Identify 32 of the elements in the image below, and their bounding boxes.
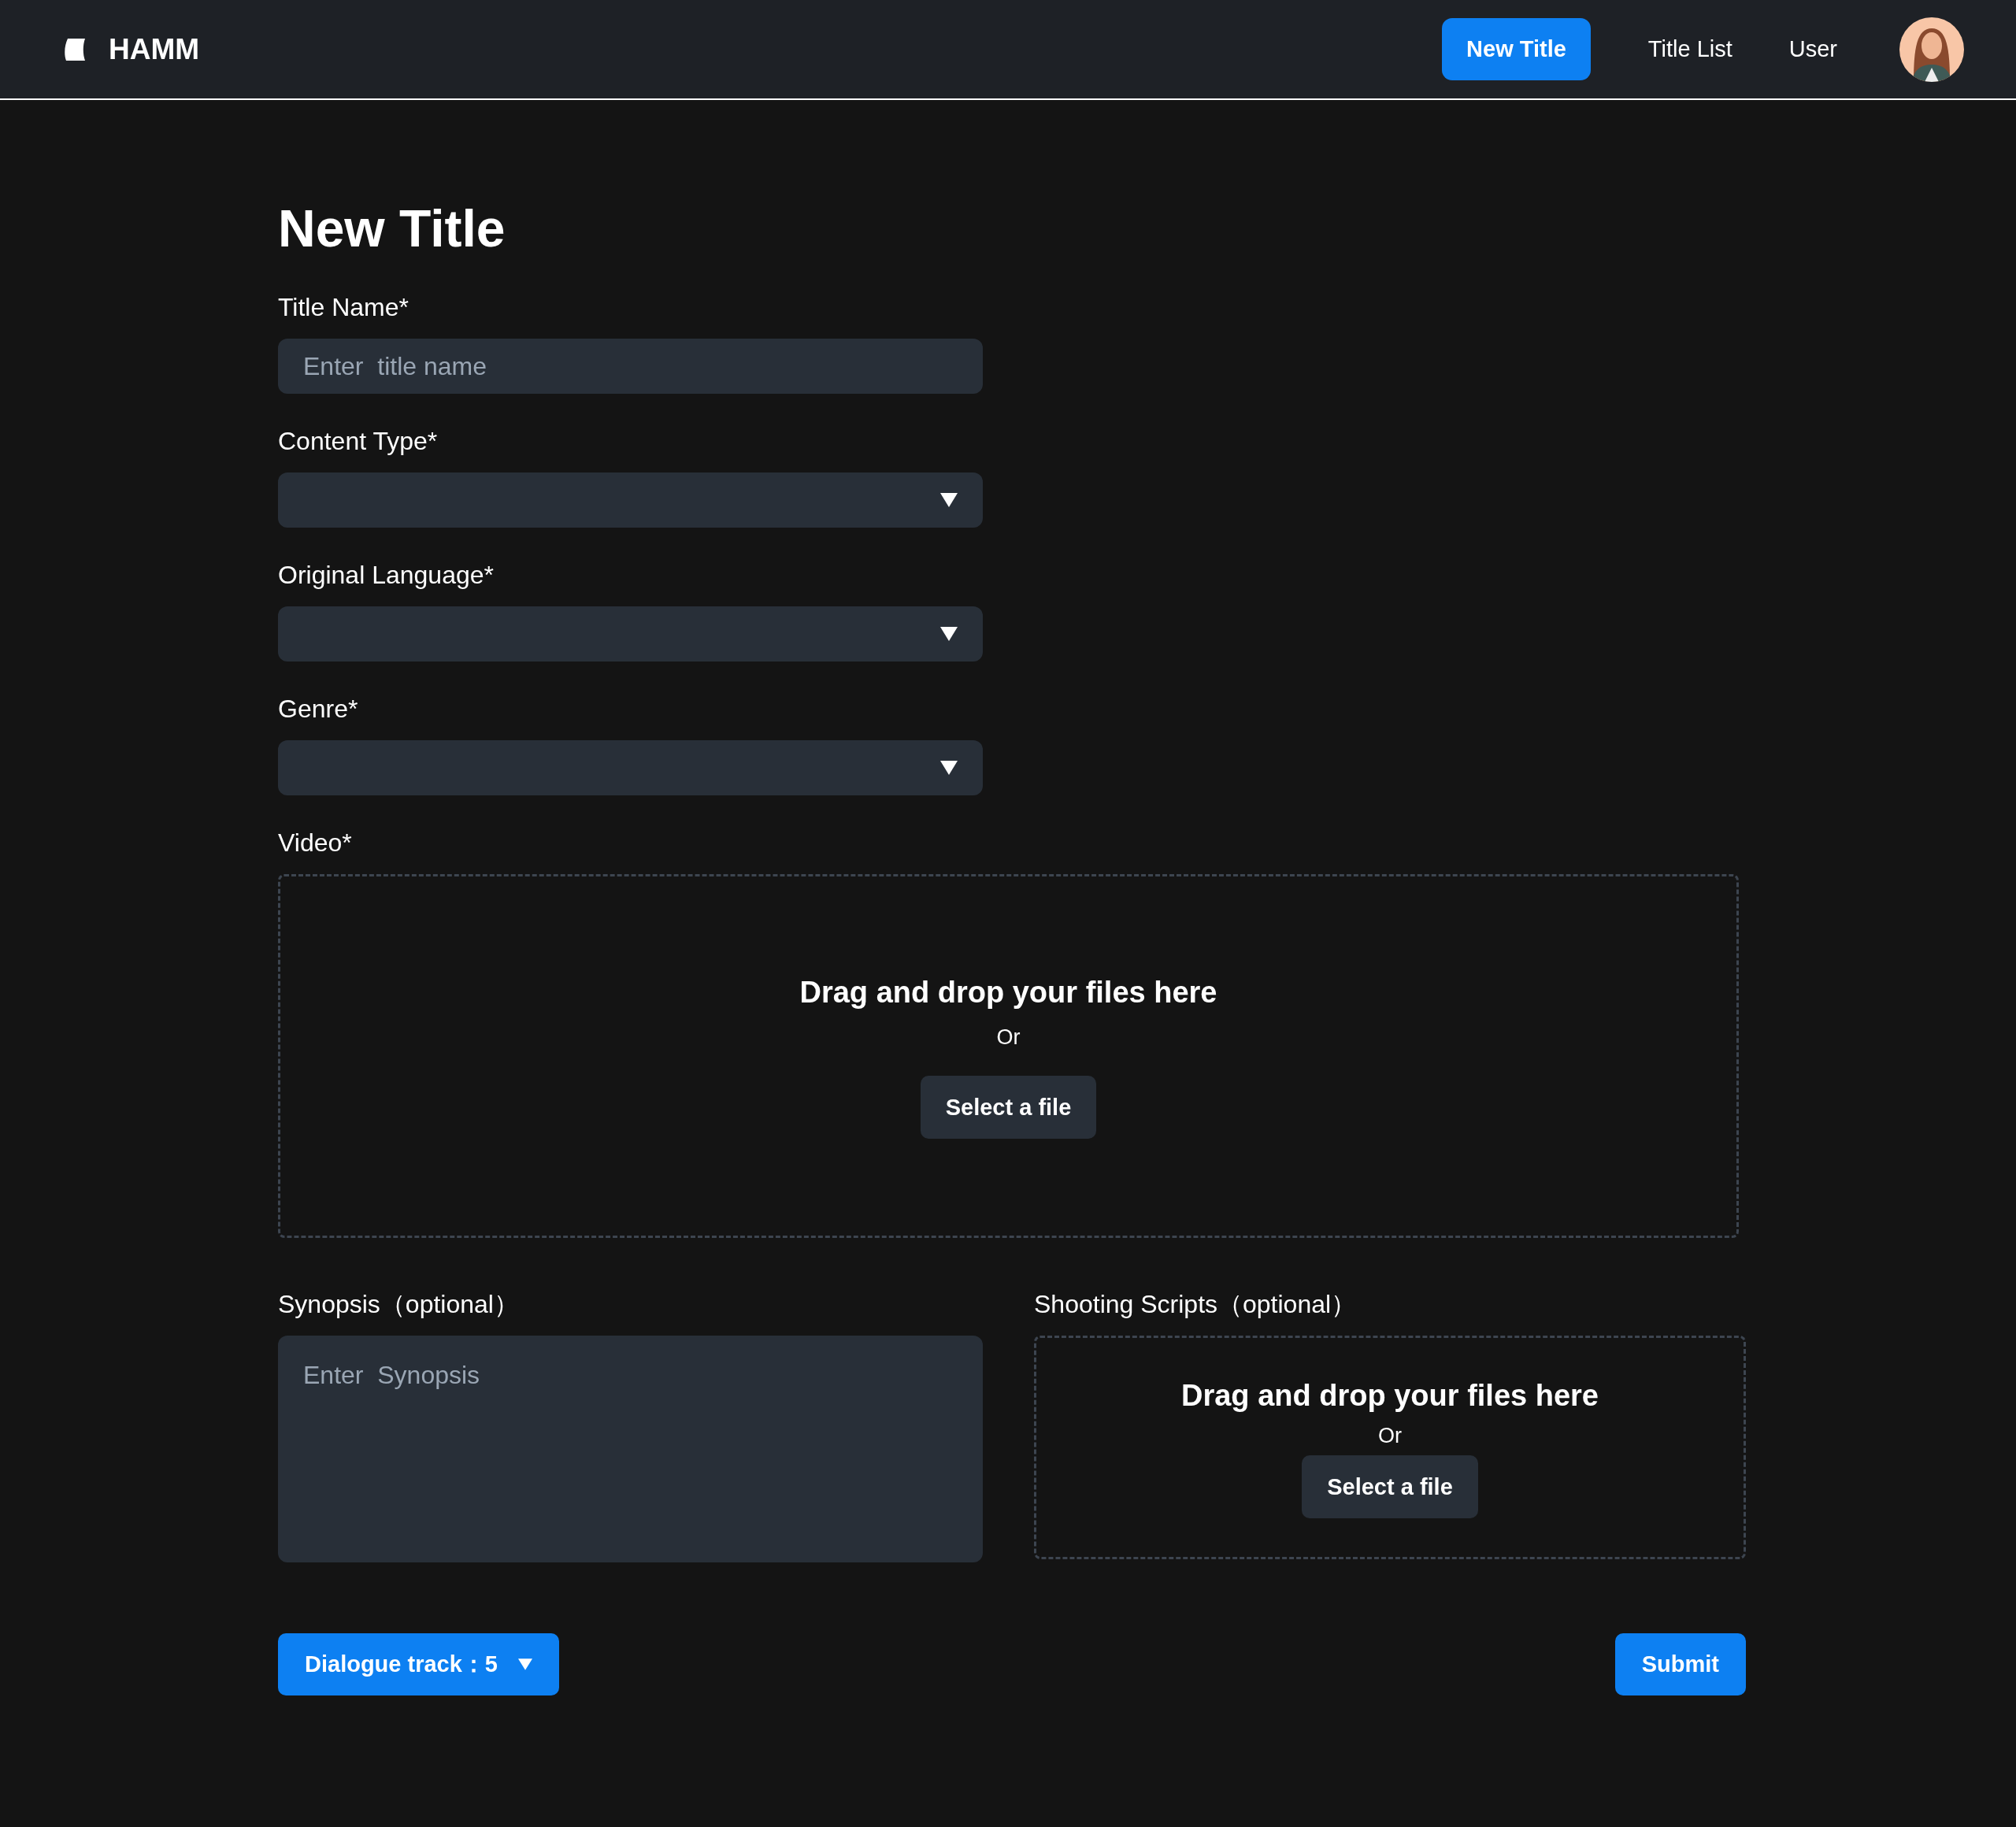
drop-prompt: Drag and drop your files here <box>799 975 1217 1011</box>
or-text: Or <box>996 1025 1021 1051</box>
or-text: Or <box>1378 1423 1402 1450</box>
caret-icon <box>940 493 958 508</box>
dialogue-track-dropdown[interactable]: Dialogue track：5 <box>278 1633 559 1696</box>
nav-link[interactable]: Title List <box>1623 18 1757 80</box>
select-file-button[interactable]: Select a file <box>1302 1455 1478 1519</box>
title-name-field[interactable]: Enter title name <box>278 339 983 395</box>
caret-icon <box>518 1658 532 1671</box>
select-file-button[interactable]: Select a file <box>920 1076 1097 1140</box>
field-label: Genre* <box>278 694 358 725</box>
field-label: Title Name* <box>278 292 409 324</box>
caret-icon <box>940 761 958 776</box>
field-label: Content Type* <box>278 426 438 458</box>
brand-name: HAMM <box>109 32 200 66</box>
field-label: Synopsis（optional） <box>278 1289 519 1321</box>
nav-link[interactable]: New Title <box>1442 18 1591 80</box>
field-label: Original Language* <box>278 560 494 591</box>
synopsis-field[interactable]: Enter Synopsis <box>278 1336 983 1563</box>
drop-prompt: Drag and drop your files here <box>1181 1378 1599 1414</box>
file-drop-zone[interactable]: Drag and drop your files here Or Select a file <box>1034 1336 1746 1560</box>
caret-icon <box>940 627 958 642</box>
field-label: Shooting Scripts（optional） <box>1034 1289 1357 1321</box>
file-drop-zone[interactable]: Drag and drop your files here Or Select a file <box>278 874 1739 1239</box>
dropdown-field[interactable] <box>278 472 983 528</box>
dropdown-field[interactable] <box>278 740 983 796</box>
nav-link[interactable]: User <box>1764 18 1862 80</box>
page-title: New Title <box>278 198 506 259</box>
logo-icon <box>65 38 85 61</box>
submit-button[interactable]: Submit <box>1614 1633 1746 1696</box>
dropdown-field[interactable] <box>278 606 983 662</box>
field-label: Video* <box>278 828 352 859</box>
